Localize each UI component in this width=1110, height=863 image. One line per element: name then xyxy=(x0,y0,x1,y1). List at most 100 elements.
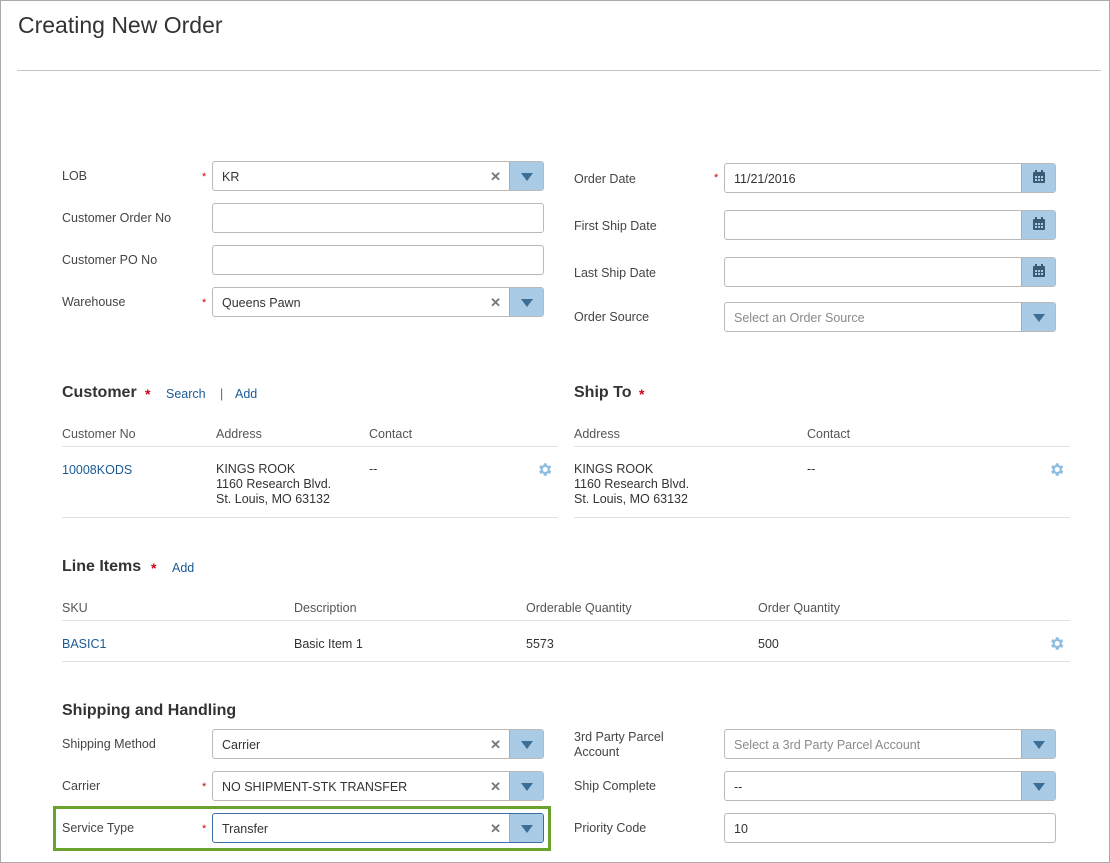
gear-icon[interactable] xyxy=(1048,461,1065,478)
column-header-address: Address xyxy=(216,427,262,441)
page-title: Creating New Order xyxy=(18,12,223,38)
third-party-account-select[interactable]: Select a 3rd Party Parcel Account xyxy=(724,729,1056,759)
chevron-down-icon[interactable] xyxy=(1021,730,1055,758)
service-type-select[interactable]: Transfer ✕ xyxy=(212,813,544,843)
required-marker: * xyxy=(202,823,207,835)
first-ship-date-input[interactable] xyxy=(724,210,1056,240)
column-header-customer-no: Customer No xyxy=(62,427,136,441)
customer-address-line2: 1160 Research Blvd. xyxy=(216,477,332,491)
order-source-placeholder: Select an Order Source xyxy=(734,311,865,325)
chevron-down-icon[interactable] xyxy=(509,772,543,800)
column-header-sku: SKU xyxy=(62,601,88,615)
carrier-label: Carrier xyxy=(62,779,101,793)
chevron-down-icon[interactable] xyxy=(1021,772,1055,800)
calendar-icon xyxy=(1033,217,1045,230)
third-party-account-label-line1: 3rd Party Parcel xyxy=(574,730,664,744)
customer-address-line1: KINGS ROOK xyxy=(216,462,296,476)
line-description: Basic Item 1 xyxy=(294,637,363,651)
chevron-down-icon[interactable] xyxy=(509,162,543,190)
third-party-account-placeholder: Select a 3rd Party Parcel Account xyxy=(734,738,921,752)
table-header-divider xyxy=(574,446,1070,447)
customer-section-title: Customer xyxy=(62,384,137,401)
required-marker: * xyxy=(202,171,207,183)
order-date-input[interactable]: 11/21/2016 xyxy=(724,163,1056,193)
customer-po-no-label: Customer PO No xyxy=(62,253,158,267)
service-type-value: Transfer xyxy=(222,822,269,836)
first-ship-date-label: First Ship Date xyxy=(574,219,657,233)
priority-code-label: Priority Code xyxy=(574,821,647,835)
table-row-divider xyxy=(62,661,1070,662)
warehouse-value: Queens Pawn xyxy=(222,296,301,310)
customer-po-no-input[interactable] xyxy=(212,245,544,275)
lob-label: LOB xyxy=(62,169,88,183)
table-header-divider xyxy=(62,620,1070,621)
required-marker: * xyxy=(714,172,719,184)
lob-select[interactable]: KR ✕ xyxy=(212,161,544,191)
customer-contact: -- xyxy=(369,462,378,476)
warehouse-label: Warehouse xyxy=(62,295,126,309)
column-header-description: Description xyxy=(294,601,357,615)
customer-add-link[interactable]: Add xyxy=(235,387,257,401)
column-header-order-quantity: Order Quantity xyxy=(758,601,840,615)
chevron-down-icon[interactable] xyxy=(509,288,543,316)
calendar-button[interactable] xyxy=(1021,164,1055,192)
calendar-button[interactable] xyxy=(1021,258,1055,286)
third-party-account-label-line2: Account xyxy=(574,745,620,759)
order-source-label: Order Source xyxy=(574,310,650,324)
ship-to-address-line1: KINGS ROOK xyxy=(574,462,654,476)
carrier-select[interactable]: NO SHIPMENT-STK TRANSFER ✕ xyxy=(212,771,544,801)
ship-complete-select[interactable]: -- xyxy=(724,771,1056,801)
table-row-divider xyxy=(574,517,1070,518)
ship-to-contact: -- xyxy=(807,462,816,476)
required-marker: * xyxy=(145,386,151,402)
clear-icon[interactable]: ✕ xyxy=(490,737,501,753)
last-ship-date-input[interactable] xyxy=(724,257,1056,287)
link-separator: | xyxy=(220,387,224,401)
column-header-orderable-quantity: Orderable Quantity xyxy=(526,601,632,615)
order-date-label: Order Date xyxy=(574,172,636,186)
required-marker: * xyxy=(202,297,207,309)
line-items-section-title: Line Items xyxy=(62,558,142,575)
column-header-address: Address xyxy=(574,427,620,441)
customer-order-no-label: Customer Order No xyxy=(62,211,172,225)
third-party-account-label: 3rd Party Parcel Account xyxy=(574,730,664,760)
ship-to-address-line2: 1160 Research Blvd. xyxy=(574,477,690,491)
gear-icon[interactable] xyxy=(536,461,553,478)
ship-complete-value: -- xyxy=(734,780,743,794)
chevron-down-icon[interactable] xyxy=(509,814,543,842)
sku-link[interactable]: BASIC1 xyxy=(62,637,106,651)
ship-complete-label: Ship Complete xyxy=(574,779,656,793)
shipping-method-select[interactable]: Carrier ✕ xyxy=(212,729,544,759)
required-marker: * xyxy=(202,781,207,793)
customer-no-link[interactable]: 10008KODS xyxy=(62,463,132,477)
last-ship-date-label: Last Ship Date xyxy=(574,266,656,280)
clear-icon[interactable]: ✕ xyxy=(490,169,501,185)
line-items-add-link[interactable]: Add xyxy=(172,561,194,575)
table-header-divider xyxy=(62,446,558,447)
warehouse-select[interactable]: Queens Pawn ✕ xyxy=(212,287,544,317)
shipping-method-label: Shipping Method xyxy=(62,737,156,751)
line-orderable-quantity: 5573 xyxy=(526,637,554,651)
priority-code-input[interactable]: 10 xyxy=(724,813,1056,843)
customer-address-line3: St. Louis, MO 63132 xyxy=(216,492,330,506)
calendar-button[interactable] xyxy=(1021,211,1055,239)
customer-order-no-input[interactable] xyxy=(212,203,544,233)
calendar-icon xyxy=(1033,170,1045,183)
clear-icon[interactable]: ✕ xyxy=(490,821,501,837)
clear-icon[interactable]: ✕ xyxy=(490,779,501,795)
customer-search-link[interactable]: Search xyxy=(166,387,206,401)
gear-icon[interactable] xyxy=(1048,635,1065,652)
shipping-section-title: Shipping and Handling xyxy=(62,702,237,719)
order-date-value: 11/21/2016 xyxy=(734,172,796,186)
clear-icon[interactable]: ✕ xyxy=(490,295,501,311)
chevron-down-icon[interactable] xyxy=(509,730,543,758)
order-source-select[interactable]: Select an Order Source xyxy=(724,302,1056,332)
ship-to-section-title: Ship To xyxy=(574,384,632,401)
chevron-down-icon[interactable] xyxy=(1021,303,1055,331)
line-order-quantity: 500 xyxy=(758,637,779,651)
column-header-contact: Contact xyxy=(807,427,851,441)
priority-code-value: 10 xyxy=(734,822,748,836)
service-type-label: Service Type xyxy=(62,821,135,835)
title-divider xyxy=(17,70,1101,71)
required-marker: * xyxy=(639,386,645,402)
